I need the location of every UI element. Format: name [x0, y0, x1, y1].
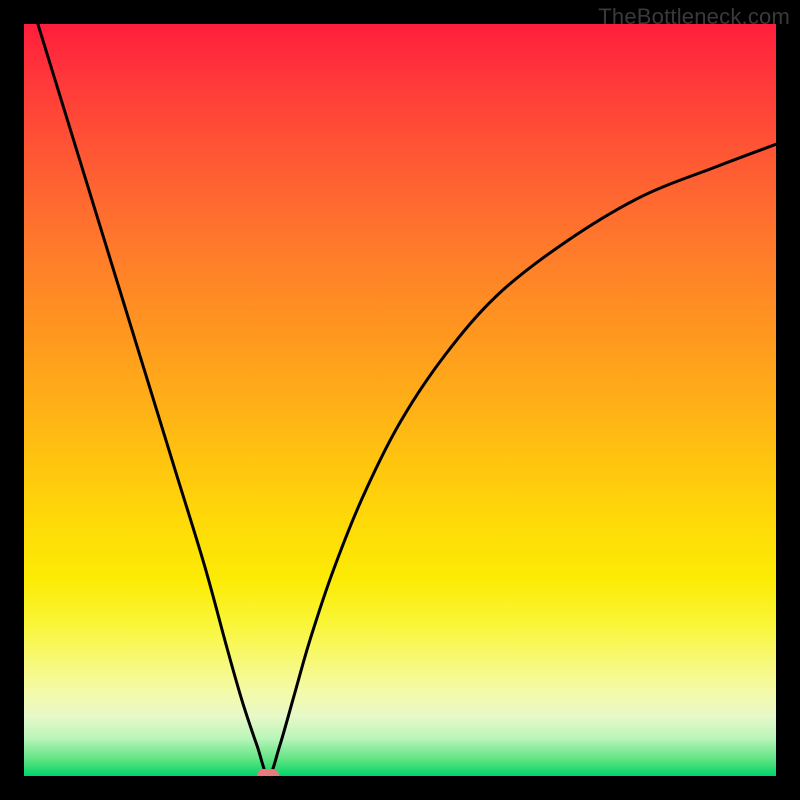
bottleneck-curve [24, 24, 776, 776]
chart-frame: TheBottleneck.com [0, 0, 800, 800]
minimum-marker [257, 769, 279, 776]
watermark-text: TheBottleneck.com [598, 4, 790, 30]
plot-area [24, 24, 776, 776]
curve-svg [24, 24, 776, 776]
